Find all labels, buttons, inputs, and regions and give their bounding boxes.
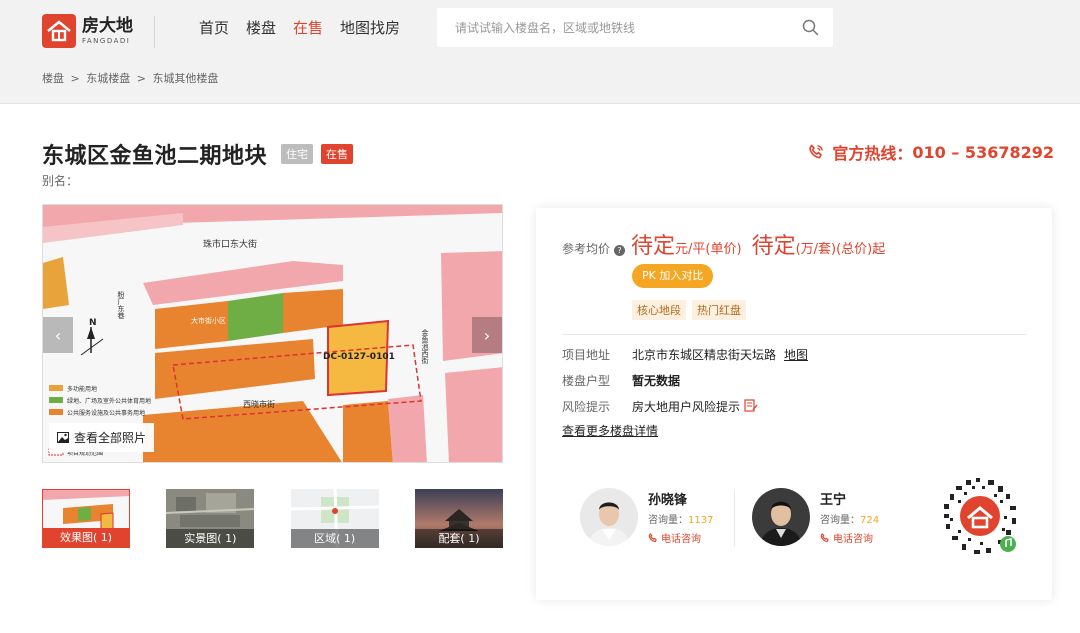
status-badge: 在售 xyxy=(321,144,354,164)
risk-value[interactable]: 房大地用户风险提示 xyxy=(632,398,740,415)
svg-text:公共服务设施及公共事务用地: 公共服务设施及公共事务用地 xyxy=(67,409,145,417)
street-label: 珠市口东大街 xyxy=(203,238,257,250)
thumb-label: 效果图( 1) xyxy=(43,528,129,547)
unit-price-unit: 元/平(单价) xyxy=(675,242,742,257)
street-label: 金鱼池西街 xyxy=(421,328,429,365)
call-agent-button[interactable]: 电话咨询 xyxy=(648,530,713,545)
phone-icon xyxy=(820,532,829,542)
street-label: 粉厂东巷 xyxy=(117,290,125,319)
feature-tags: 核心地段 热门红盘 xyxy=(632,300,746,320)
view-all-photos-button[interactable]: 查看全部照片 xyxy=(49,423,155,452)
card-divider xyxy=(562,334,1026,335)
thumb-label: 实景图( 1) xyxy=(166,529,255,548)
main-photo[interactable]: 珠市口东大街 西晓市街 大市街小区 粉厂东巷 金鱼池西街 DC-0127-010… xyxy=(42,204,503,463)
svg-text:多功能用地: 多功能用地 xyxy=(67,385,97,393)
agent-name: 王宁 xyxy=(820,493,847,508)
north-label: N xyxy=(89,318,97,328)
breadcrumb-dongcheng[interactable]: 东城楼盘 xyxy=(86,72,130,85)
avatar[interactable] xyxy=(752,488,810,546)
address-row: 项目地址 北京市东城区精忠街天坛路 地图 xyxy=(562,346,809,363)
thumb-real-photo[interactable]: 实景图( 1) xyxy=(166,489,255,548)
map-link[interactable]: 地图 xyxy=(784,346,808,363)
feature-tag: 核心地段 xyxy=(632,300,686,320)
agent-consult-count: 咨询量：1137 xyxy=(648,515,714,526)
svg-text:绿地、广场及室外公共体育用地: 绿地、广场及室外公共体育用地 xyxy=(67,397,151,405)
nav-map-search[interactable]: 地图找房 xyxy=(340,17,400,38)
thumb-label: 区域( 1) xyxy=(290,529,379,548)
more-details-link[interactable]: 查看更多楼盘详情 xyxy=(562,422,658,439)
mini-program-qr-icon[interactable] xyxy=(936,472,1024,560)
add-compare-button[interactable]: PK 加入对比 xyxy=(632,264,714,288)
brand-name: 房大地 xyxy=(82,15,133,36)
title-row: 东城区金鱼池二期地块 住宅 在售 xyxy=(42,138,354,170)
help-icon[interactable]: ? xyxy=(614,245,626,256)
plot-code-label: DC-0127-0101 xyxy=(323,352,395,362)
thumb-label: 配套( 1) xyxy=(414,529,503,548)
page-title: 东城区金鱼池二期地块 xyxy=(42,144,268,169)
view-all-label: 查看全部照片 xyxy=(74,431,147,445)
phone-icon xyxy=(648,532,657,542)
unit-price-value: 待定 xyxy=(631,234,676,259)
breadcrumb-properties[interactable]: 楼盘 xyxy=(42,72,64,85)
avatar[interactable] xyxy=(580,488,638,546)
total-price-value: 待定 xyxy=(751,234,796,259)
thumb-rendering[interactable]: 效果图( 1) xyxy=(42,489,130,548)
thumb-area-map[interactable]: 区域( 1) xyxy=(290,489,379,548)
property-info-card: 参考均价 ? 待定 元/平(单价) 待定 (万/套)(总价)起 PK 加入对比 … xyxy=(536,208,1052,600)
agent-divider xyxy=(734,490,735,546)
street-label: 大市街小区 xyxy=(191,316,226,325)
nav-on-sale[interactable]: 在售 xyxy=(293,17,323,38)
call-agent-button[interactable]: 电话咨询 xyxy=(820,530,879,545)
hotline-number: 010 – 53678292 xyxy=(912,142,1054,162)
image-icon xyxy=(57,432,69,443)
alias-label: 别名： xyxy=(42,174,79,188)
brand-logo[interactable]: 房大地 FANGDADI xyxy=(42,14,133,48)
type-badge: 住宅 xyxy=(281,144,314,164)
house-logo-icon xyxy=(42,14,76,48)
layout-value: 暂无数据 xyxy=(632,374,681,388)
main-nav: 首页 楼盘 在售 地图找房 xyxy=(199,17,400,38)
brand-name-en: FANGDADI xyxy=(82,36,131,45)
search-input[interactable] xyxy=(455,20,795,35)
breadcrumb-dongcheng-other[interactable]: 东城其他楼盘 xyxy=(152,72,218,85)
thumbnail-strip: 效果图( 1) 实景图( 1) 区域( 1) 配套( 1) xyxy=(42,489,503,548)
agent-card: 王宁 咨询量：724 电话咨询 xyxy=(752,488,879,546)
phone-icon xyxy=(809,144,824,159)
breadcrumb: 楼盘 > 东城楼盘 > 东城其他楼盘 xyxy=(42,72,219,85)
document-icon[interactable] xyxy=(744,399,758,412)
site-header: 房大地 FANGDADI 首页 楼盘 在售 地图找房 楼盘 > 东城楼盘 > 东… xyxy=(0,0,1080,104)
agent-consult-count: 咨询量：724 xyxy=(820,515,880,526)
nav-properties[interactable]: 楼盘 xyxy=(246,17,276,38)
total-price-unit: (万/套)(总价)起 xyxy=(795,242,886,257)
agent-card: 孙晓锋 咨询量：1137 电话咨询 xyxy=(580,488,713,546)
thumb-amenities[interactable]: 配套( 1) xyxy=(414,489,503,548)
search-icon[interactable] xyxy=(802,19,819,36)
nav-home[interactable]: 首页 xyxy=(199,17,229,38)
agent-name: 孙晓锋 xyxy=(648,493,688,508)
search-box xyxy=(437,8,833,47)
feature-tag: 热门红盘 xyxy=(692,300,746,320)
price-row: 参考均价 ? 待定 元/平(单价) 待定 (万/套)(总价)起 xyxy=(562,228,895,260)
risk-row: 风险提示 房大地用户风险提示 xyxy=(562,398,758,415)
next-photo-button[interactable]: › xyxy=(472,317,502,353)
header-divider xyxy=(154,16,155,48)
hotline[interactable]: 官方热线： 010 – 53678292 xyxy=(808,140,1054,164)
address-value: 北京市东城区精忠街天坛路 xyxy=(632,348,777,362)
street-label: 西晓市街 xyxy=(243,399,275,409)
prev-photo-button[interactable]: ‹ xyxy=(43,317,73,353)
layout-row: 楼盘户型 暂无数据 xyxy=(562,374,681,388)
hotline-label: 官方热线： xyxy=(832,144,913,163)
price-label: 参考均价 xyxy=(562,242,611,256)
